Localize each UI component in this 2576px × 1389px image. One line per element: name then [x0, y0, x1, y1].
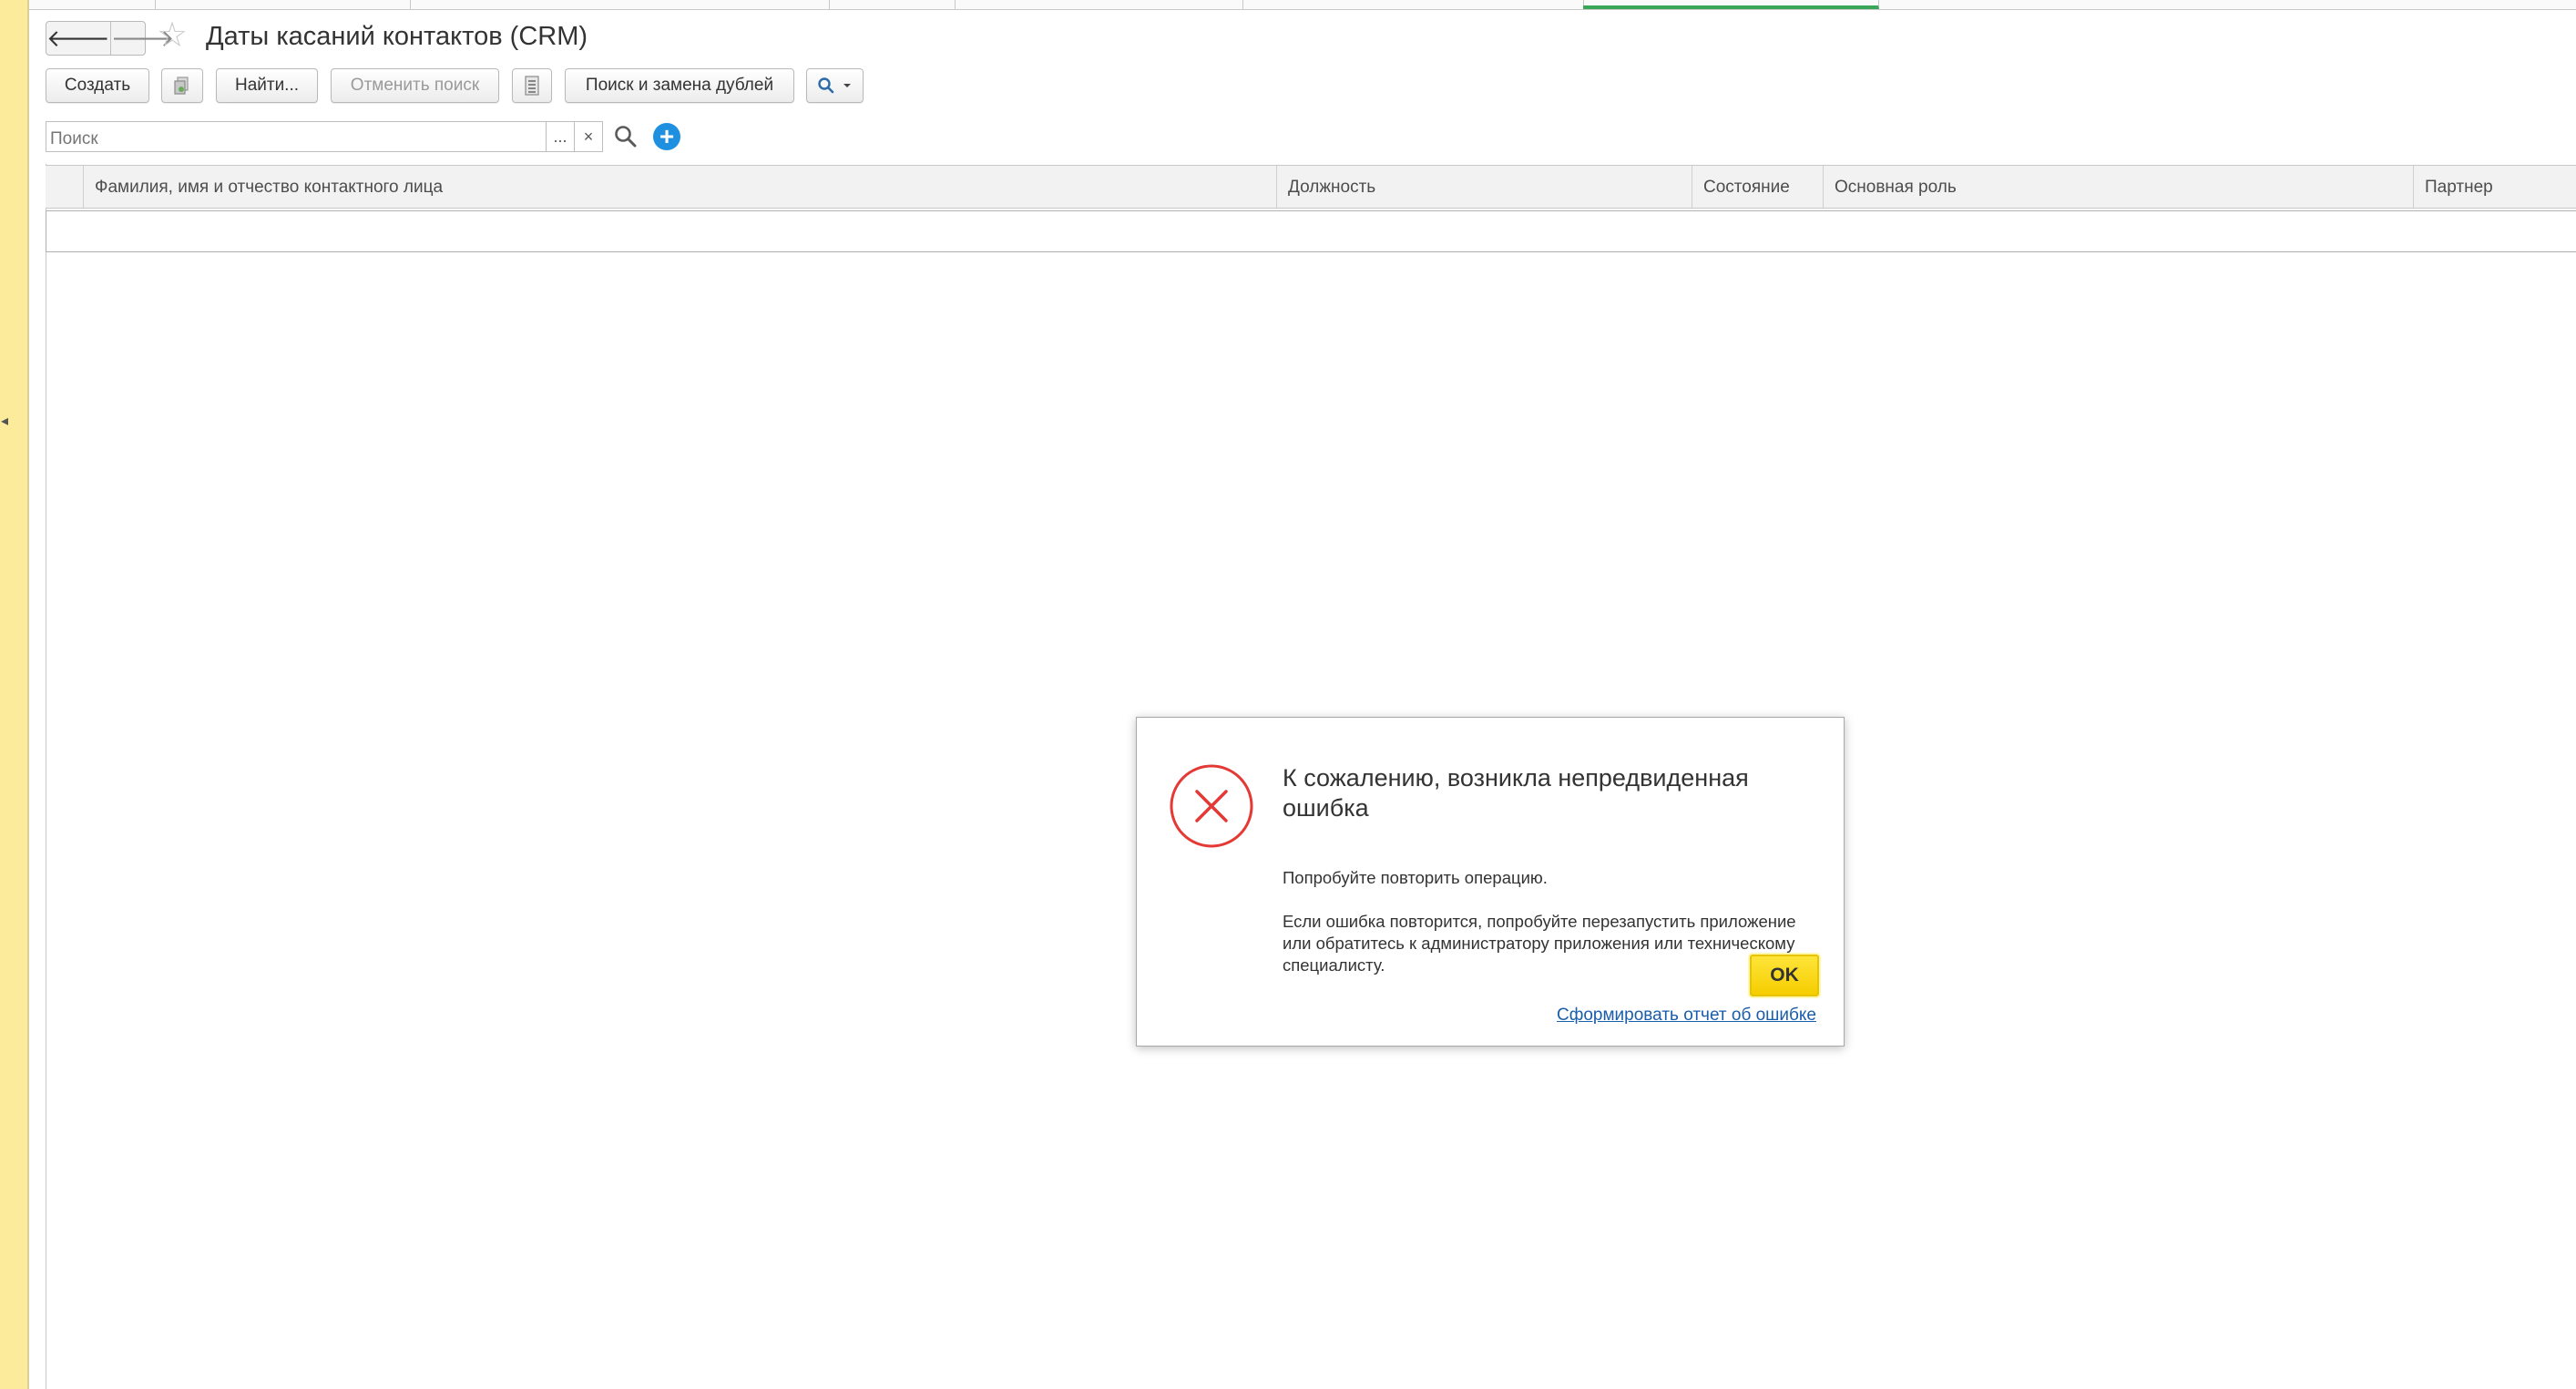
search-icon	[817, 77, 833, 94]
search-button[interactable]	[612, 123, 639, 150]
star-icon[interactable]: ☆	[157, 18, 188, 53]
create-button[interactable]: Создать	[46, 68, 149, 103]
tab-6[interactable]	[1242, 0, 1584, 9]
dialog-message-line1: Попробуйте повторить операцию.	[1283, 868, 1548, 887]
search-icon	[615, 126, 637, 148]
tab-active[interactable]	[1583, 0, 1879, 9]
search-options-dropdown[interactable]	[806, 68, 864, 103]
nav-buttons: 🡐 🡒	[46, 21, 174, 56]
find-button[interactable]: Найти...	[216, 68, 318, 103]
tab-5[interactable]	[955, 0, 1243, 9]
column-header-position[interactable]: Должность	[1277, 166, 1692, 208]
error-dialog: К сожалению, возникла непредвиденная оши…	[1136, 717, 1845, 1047]
search-select-button[interactable]: ...	[546, 121, 575, 152]
list-icon	[525, 76, 539, 96]
column-header-partner[interactable]: Партнер	[2414, 166, 2576, 208]
table-row[interactable]	[46, 210, 2576, 252]
error-circle-icon	[1170, 764, 1253, 848]
ok-button[interactable]: OK	[1750, 955, 1819, 996]
dialog-message-line2: Если ошибка повторится, попробуйте перез…	[1283, 912, 1796, 975]
panel-collapse-mark[interactable]: ◂	[1, 412, 8, 430]
arrow-left-icon: 🡐	[46, 24, 110, 52]
table-header: Фамилия, имя и отчество контактного лица…	[46, 165, 2576, 209]
tab-3[interactable]	[410, 0, 830, 9]
plus-circle-icon[interactable]: +	[653, 123, 680, 150]
left-panel: ◂	[0, 0, 29, 1389]
find-replace-duplicates-button[interactable]: Поиск и замена дублей	[565, 68, 794, 103]
chevron-down-icon	[843, 84, 851, 87]
copy-icon	[174, 77, 189, 95]
dialog-title: К сожалению, возникла непредвиденная оши…	[1283, 764, 1749, 822]
column-header-main-role[interactable]: Основная роль	[1824, 166, 2414, 208]
error-report-link[interactable]: Сформировать отчет об ошибке	[1557, 1006, 1816, 1026]
back-button[interactable]: 🡐	[46, 22, 111, 55]
search-input[interactable]	[46, 121, 547, 152]
page-title: Даты касаний контактов (CRM)	[206, 22, 588, 51]
column-header-state[interactable]: Состояние	[1692, 166, 1824, 208]
list-button[interactable]	[512, 68, 552, 103]
search-clear-button[interactable]: ×	[574, 121, 603, 152]
copy-button[interactable]	[161, 68, 203, 103]
column-header-marker[interactable]	[46, 166, 84, 208]
tab-1[interactable]	[29, 0, 156, 9]
dialog-message: Попробуйте повторить операцию. Если ошиб…	[1283, 845, 1829, 998]
cancel-search-button[interactable]: Отменить поиск	[331, 68, 499, 103]
column-header-full-name[interactable]: Фамилия, имя и отчество контактного лица	[84, 166, 1277, 208]
tab-4[interactable]	[829, 0, 956, 9]
tab-bar	[29, 0, 2576, 10]
tab-2[interactable]	[155, 0, 411, 9]
